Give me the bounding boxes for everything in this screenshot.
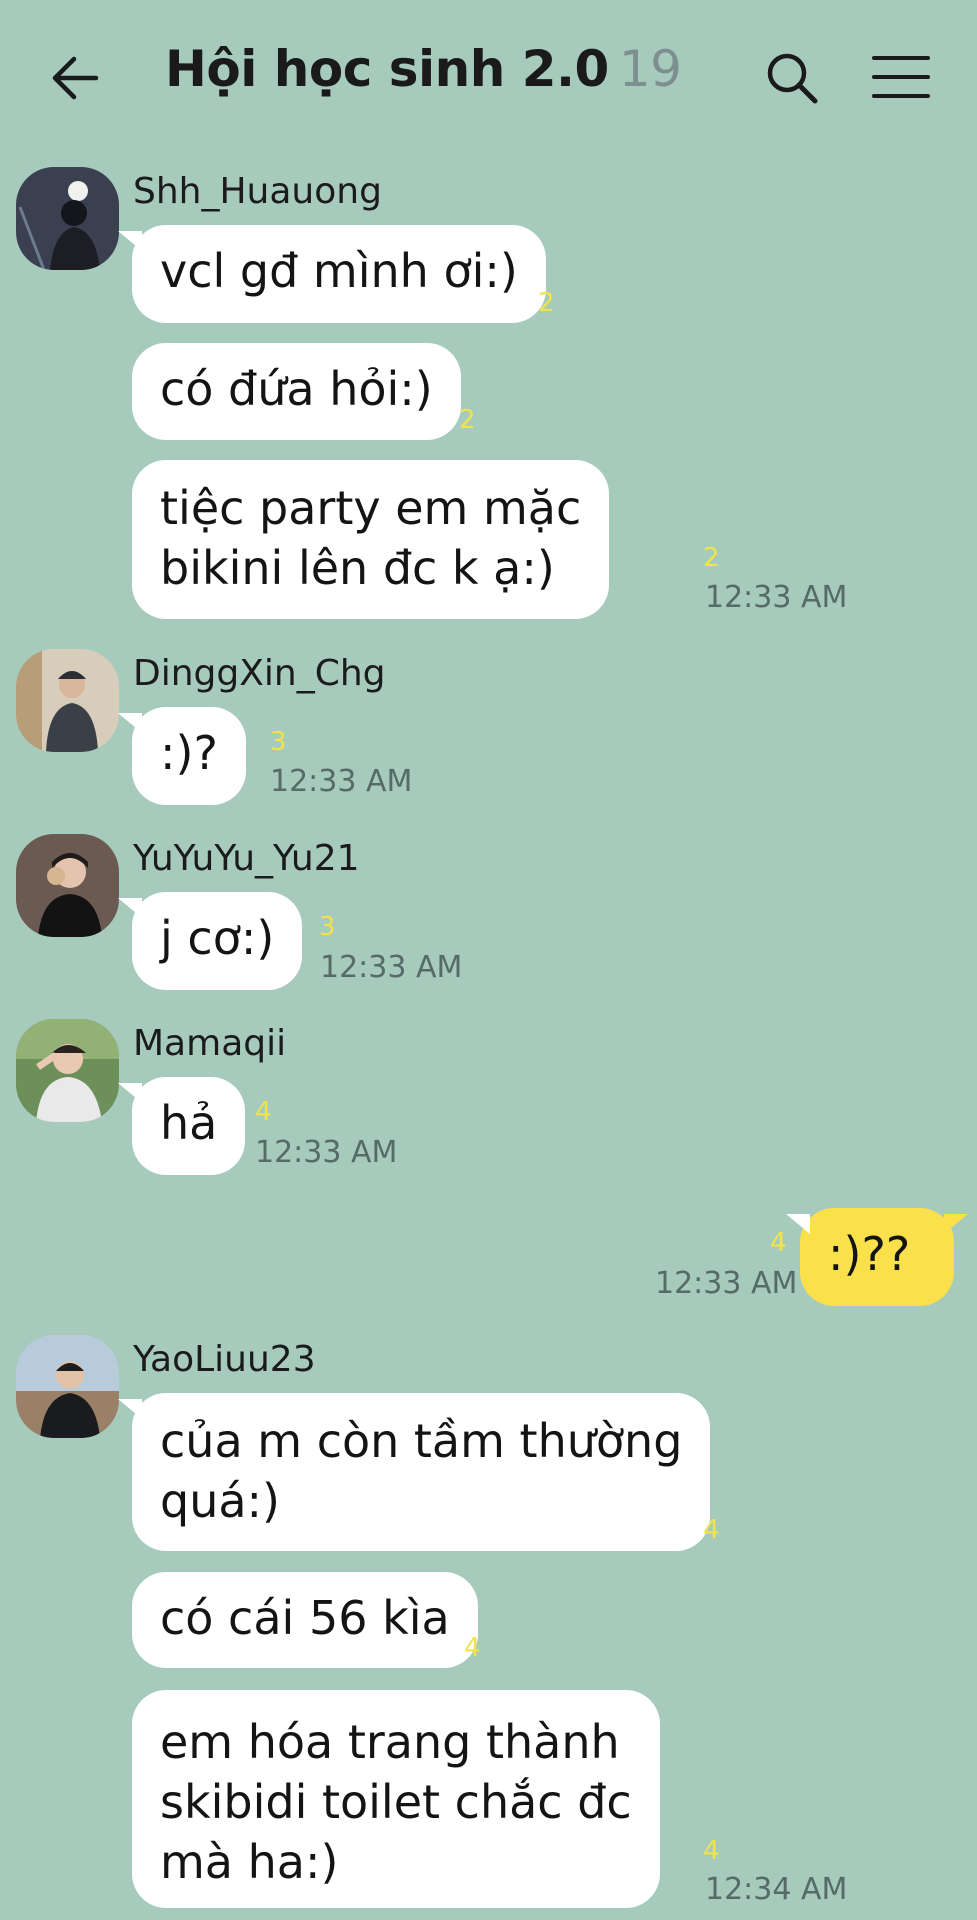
message-bubble[interactable]: :)? xyxy=(118,707,246,805)
message-time: 12:33 AM xyxy=(255,1135,398,1170)
sender-name: DinggXin_Chg xyxy=(133,653,386,694)
message-text: :)? xyxy=(160,726,218,780)
message-time: 12:33 AM xyxy=(320,950,463,985)
message-bubble[interactable]: tiệc party em mặc bikini lên đc k ạ:) xyxy=(132,460,610,619)
unread-count: 4 xyxy=(770,1228,787,1258)
back-arrow-icon xyxy=(52,56,99,100)
message-bubble[interactable]: của m còn tầm thường quá:) xyxy=(117,1393,711,1551)
unread-count: 3 xyxy=(270,727,287,757)
message-text-line: skibidi toilet chắc đc xyxy=(160,1775,632,1829)
message-bubble[interactable]: có đứa hỏi:) xyxy=(132,343,461,440)
menu-icon xyxy=(872,56,930,98)
avatar-yuyuyu-yu21[interactable] xyxy=(16,834,119,937)
message-text: :)?? xyxy=(828,1227,911,1281)
unread-count: 4 xyxy=(703,1836,720,1866)
search-icon xyxy=(767,53,818,104)
message-text-line: tiệc party em mặc xyxy=(160,481,582,535)
own-message-bubble[interactable]: :)?? xyxy=(786,1208,968,1306)
sender-name: Shh_Huauong xyxy=(133,171,382,212)
group-name: Hội học sinh 2.0 xyxy=(165,40,609,98)
message-text-line: em hóa trang thành xyxy=(160,1715,620,1769)
avatar-mamaqii[interactable] xyxy=(16,1019,119,1122)
message-bubble[interactable]: j cơ:) xyxy=(117,892,303,990)
menu-button[interactable] xyxy=(872,54,930,100)
unread-count: 3 xyxy=(319,912,336,942)
message-text-line: bikini lên đc k ạ:) xyxy=(160,541,555,595)
unread-count: 4 xyxy=(464,1633,481,1663)
sender-name: YaoLiuu23 xyxy=(133,1339,316,1380)
chat-title: Hội học sinh 2.0 19 xyxy=(165,40,682,98)
message-text: có cái 56 kìa xyxy=(160,1591,450,1645)
message-text: hả xyxy=(160,1096,218,1150)
back-button[interactable] xyxy=(50,52,102,104)
message-time: 12:33 AM xyxy=(655,1266,798,1301)
message-text: vcl gđ mình ơi:) xyxy=(160,244,518,298)
message-text-line: quá:) xyxy=(160,1474,280,1528)
message-bubble[interactable]: vcl gđ mình ơi:) xyxy=(118,225,546,323)
member-count: 19 xyxy=(618,40,682,98)
chat-header: Hội học sinh 2.0 19 xyxy=(0,0,977,150)
unread-count: 2 xyxy=(703,543,720,573)
message-text-line: mà ha:) xyxy=(160,1835,339,1889)
sender-name: Mamaqii xyxy=(133,1023,287,1064)
message-time: 12:33 AM xyxy=(270,764,413,799)
message-bubble[interactable]: có cái 56 kìa xyxy=(132,1572,478,1668)
search-button[interactable] xyxy=(764,50,820,106)
avatar-dinggxin-chg[interactable] xyxy=(16,649,119,752)
avatar-shh-huauong[interactable] xyxy=(16,167,119,270)
message-bubble[interactable]: hả xyxy=(117,1077,246,1175)
unread-count: 2 xyxy=(459,405,476,435)
avatar-yaoliuu23[interactable] xyxy=(16,1335,119,1438)
unread-count: 2 xyxy=(538,288,555,318)
sender-name: YuYuYu_Yu21 xyxy=(133,838,360,879)
message-bubble[interactable]: em hóa trang thành skibidi toilet chắc đ… xyxy=(132,1690,660,1908)
message-text: j cơ:) xyxy=(160,911,275,965)
unread-count: 4 xyxy=(703,1515,720,1545)
message-time: 12:33 AM xyxy=(705,580,848,615)
message-text-line: của m còn tầm thường xyxy=(160,1414,683,1468)
message-time: 12:34 AM xyxy=(705,1872,848,1907)
message-text: có đứa hỏi:) xyxy=(160,362,433,416)
unread-count: 4 xyxy=(255,1097,272,1127)
